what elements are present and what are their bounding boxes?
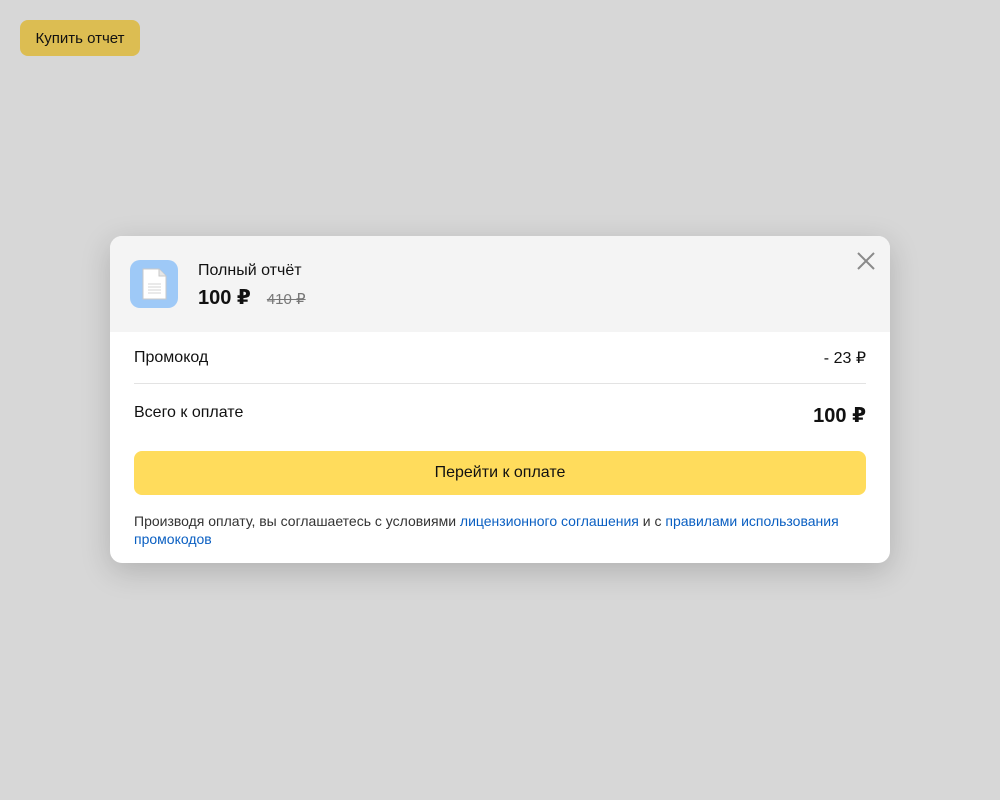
close-icon[interactable] xyxy=(854,248,878,274)
total-value: 100 ₽ xyxy=(813,404,866,427)
price-row: 100 ₽ 410 ₽ xyxy=(198,285,306,310)
document-icon xyxy=(130,260,178,308)
product-title: Полный отчёт xyxy=(198,262,302,279)
payment-modal: Полный отчёт 100 ₽ 410 ₽ Промокод - 23 ₽… xyxy=(110,236,890,563)
buy-report-button[interactable]: Купить отчет xyxy=(20,20,140,56)
pay-button[interactable]: Перейти к оплате xyxy=(134,451,866,495)
promo-value: - 23 ₽ xyxy=(823,349,866,367)
terms-text: Производя оплату, вы соглашаетесь с усло… xyxy=(134,512,866,548)
total-label: Всего к оплате xyxy=(134,404,244,421)
promo-row: Промокод - 23 ₽ xyxy=(134,332,866,384)
modal-header: Полный отчёт 100 ₽ 410 ₽ xyxy=(110,236,890,332)
promo-label: Промокод xyxy=(134,348,209,366)
total-row: Всего к оплате 100 ₽ xyxy=(134,384,866,446)
terms-middle: и с xyxy=(638,513,666,529)
price-old: 410 ₽ xyxy=(266,291,306,308)
price-current: 100 ₽ xyxy=(198,287,251,309)
modal-body: Промокод - 23 ₽ Всего к оплате 100 ₽ Пер… xyxy=(110,332,890,548)
terms-prefix: Производя оплату, вы соглашаетесь с усло… xyxy=(134,513,460,529)
license-agreement-link[interactable]: лицензионного соглашения xyxy=(460,513,639,529)
